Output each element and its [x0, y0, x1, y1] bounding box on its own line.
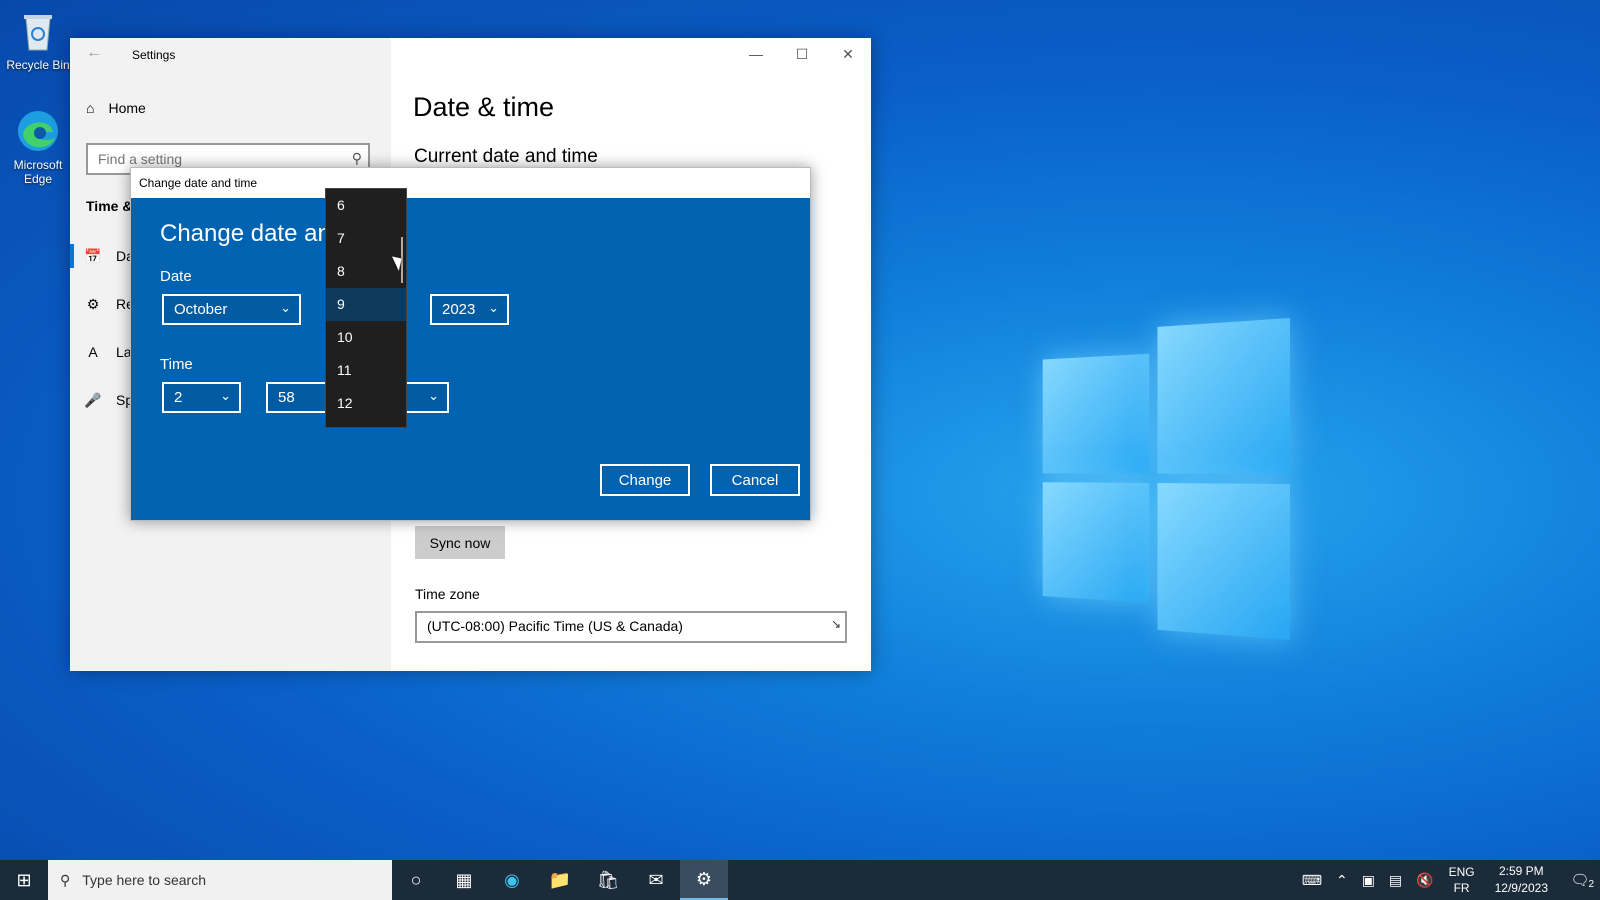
gear-icon: ⚙ — [695, 868, 713, 889]
time-label: Time — [160, 356, 193, 373]
network-icon[interactable]: ▤ — [1382, 872, 1409, 889]
hour-value: 2 — [174, 389, 183, 406]
action-center-button[interactable]: 🗨 2 — [1560, 871, 1600, 890]
cortana-circle-icon: ○ — [410, 869, 422, 890]
nav-home-label: Home — [108, 100, 146, 116]
date-label: Date — [160, 268, 192, 285]
home-icon: ⌂ — [86, 100, 95, 116]
desktop-icon-label: Recycle Bin — [6, 58, 70, 72]
nav-section-title: Time & — [86, 198, 133, 214]
edge-icon — [15, 108, 61, 154]
day-option[interactable]: 10 — [326, 321, 406, 354]
dialog-title: Change date and time — [131, 168, 810, 198]
region-globe-icon: ⚙ — [86, 295, 100, 312]
dialog-heading: Change date and — [160, 220, 345, 247]
day-option-selected[interactable]: 9 — [326, 288, 406, 321]
clock-date: 12/9/2023 — [1494, 881, 1548, 895]
desktop-icon-recycle-bin[interactable]: Recycle Bin — [2, 8, 74, 72]
start-button[interactable]: ⊞ — [0, 860, 48, 900]
settings-taskbar-button[interactable]: ⚙ — [680, 860, 728, 900]
folder-icon: 📁 — [548, 869, 572, 890]
maximize-icon[interactable]: ☐ — [779, 38, 825, 70]
taskbar: ⊞ ⚲ Type here to search ○ ▦ ◉ 📁 🛍 ✉ ⚙ ⌨ … — [0, 860, 1600, 900]
chevron-up-icon[interactable]: ⌃ — [1329, 872, 1355, 889]
windows-logo-wallpaper — [1042, 318, 1290, 640]
edge-icon: ◉ — [504, 869, 520, 890]
input-language-indicator[interactable]: ENG FR — [1441, 864, 1483, 896]
year-select[interactable]: 2023 ⌄ — [430, 294, 509, 325]
lang-bottom: FR — [1453, 881, 1470, 895]
search-icon: ⚲ — [351, 150, 362, 166]
window-title: Settings — [132, 48, 176, 62]
windows-start-icon: ⊞ — [16, 869, 32, 890]
year-value: 2023 — [442, 301, 476, 318]
change-button[interactable]: Change — [600, 464, 690, 496]
chevron-down-icon: ⌄ — [488, 300, 499, 315]
day-option[interactable]: 6 — [326, 189, 406, 222]
chevron-down-icon: ⌄ — [280, 300, 291, 315]
page-title: Date & time — [413, 92, 555, 122]
day-option[interactable]: 7 — [326, 222, 406, 255]
day-option[interactable]: 11 — [326, 354, 406, 387]
timezone-value: (UTC-08:00) Pacific Time (US & Canada) — [427, 618, 683, 634]
month-value: October — [174, 301, 228, 318]
sync-now-button[interactable]: Sync now — [415, 526, 505, 559]
edge-taskbar-button[interactable]: ◉ — [488, 860, 536, 900]
taskbar-search-placeholder: Type here to search — [82, 872, 207, 888]
mail-icon: ✉ — [648, 869, 664, 890]
search-placeholder: Find a setting — [98, 151, 183, 167]
notification-icon: 🗨 — [1570, 872, 1590, 889]
minute-value: 58 — [278, 389, 295, 406]
volume-muted-icon[interactable]: 🔇 — [1409, 872, 1440, 889]
month-select[interactable]: October ⌄ — [162, 294, 301, 325]
chevron-down-icon: ⌄ — [428, 388, 439, 403]
nav-home[interactable]: ⌂ Home — [86, 100, 146, 116]
minimize-icon[interactable]: — — [733, 38, 779, 70]
task-view-button[interactable]: ▦ — [440, 860, 488, 900]
hour-select[interactable]: 2 ⌄ — [162, 382, 241, 413]
file-explorer-button[interactable]: 📁 — [536, 860, 584, 900]
notification-count: 2 — [1588, 879, 1594, 890]
close-icon[interactable]: ✕ — [825, 38, 871, 70]
store-bag-icon: 🛍 — [596, 869, 620, 890]
meet-now-icon[interactable]: ▣ — [1355, 872, 1382, 889]
window-controls: — ☐ ✕ — [733, 38, 871, 70]
search-icon: ⚲ — [60, 871, 71, 888]
timezone-label: Time zone — [415, 586, 480, 602]
recycle-bin-icon — [15, 8, 61, 54]
cortana-button[interactable]: ○ — [392, 860, 440, 900]
taskbar-search-box[interactable]: ⚲ Type here to search — [48, 860, 392, 900]
store-button[interactable]: 🛍 — [584, 860, 632, 900]
language-icon: A — [88, 344, 98, 360]
change-date-time-dialog: Change date and time Change date and Dat… — [130, 167, 811, 521]
mail-button[interactable]: ✉ — [632, 860, 680, 900]
back-arrow-icon[interactable]: ← — [86, 44, 102, 62]
task-view-icon: ▦ — [455, 869, 473, 890]
keyboard-icon[interactable]: ⌨ — [1295, 872, 1329, 889]
system-tray: ⌨ ⌃ ▣ ▤ 🔇 ENG FR 2:59 PM 12/9/2023 🗨 2 — [1295, 860, 1600, 900]
microphone-icon: 🎤 — [84, 391, 102, 408]
calendar-clock-icon: 📅 — [84, 247, 102, 264]
cancel-button[interactable]: Cancel — [710, 464, 800, 496]
day-dropdown-list[interactable]: 6 7 8 9 10 11 12 — [325, 188, 407, 428]
desktop-icon-label: Microsoft Edge — [13, 158, 63, 186]
section-title: Current date and time — [414, 146, 598, 167]
day-option[interactable]: 12 — [326, 387, 406, 420]
chevron-down-icon: ⌄ — [220, 388, 231, 403]
desktop-icon-edge[interactable]: Microsoft Edge — [2, 108, 74, 186]
taskbar-clock[interactable]: 2:59 PM 12/9/2023 — [1483, 863, 1560, 897]
timezone-select[interactable]: (UTC-08:00) Pacific Time (US & Canada) ↘ — [415, 611, 847, 643]
chevron-down-icon: ↘ — [830, 617, 841, 631]
clock-time: 2:59 PM — [1498, 864, 1544, 878]
lang-top: ENG — [1448, 865, 1475, 879]
